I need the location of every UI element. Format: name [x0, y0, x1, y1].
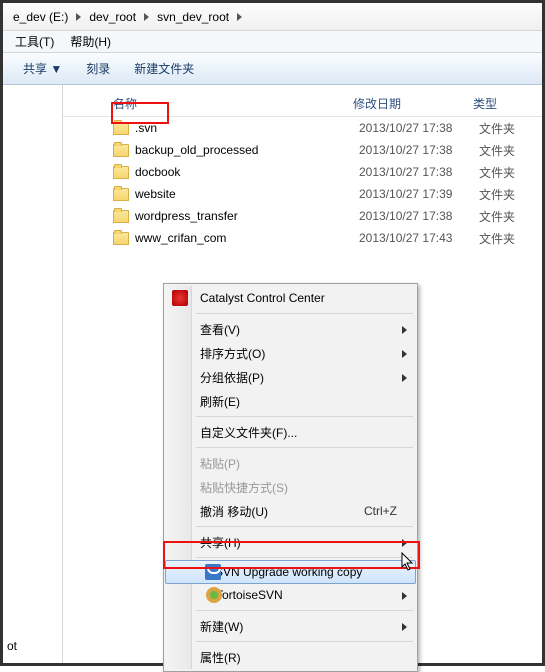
ctx-tortoisesvn[interactable]: TortoiseSVN [166, 583, 415, 607]
toolbar: 共享 ▼ 刻录 新建文件夹 [3, 53, 542, 85]
ctx-undo[interactable]: 撤消 移动(U)Ctrl+Z [166, 499, 415, 523]
file-name: .svn [135, 121, 359, 135]
table-row[interactable]: website2013/10/27 17:39文件夹 [63, 183, 542, 205]
file-name: website [135, 187, 359, 201]
folder-icon [113, 210, 129, 223]
menu-help[interactable]: 帮助(H) [62, 33, 119, 50]
file-date: 2013/10/27 17:38 [359, 143, 479, 157]
column-headers: 名称 修改日期 类型 [63, 91, 542, 117]
chevron-right-icon [402, 374, 407, 382]
ctx-share[interactable]: 共享(H) [166, 530, 415, 554]
file-type: 文件夹 [479, 208, 515, 225]
file-date: 2013/10/27 17:43 [359, 231, 479, 245]
ctx-refresh[interactable]: 刷新(E) [166, 389, 415, 413]
file-type: 文件夹 [479, 186, 515, 203]
chevron-right-icon [144, 13, 149, 21]
folder-icon [113, 166, 129, 179]
new-folder-button[interactable]: 新建文件夹 [124, 56, 204, 81]
table-row[interactable]: www_crifan_com2013/10/27 17:43文件夹 [63, 227, 542, 249]
menu-tools[interactable]: 工具(T) [7, 33, 62, 50]
ctx-new[interactable]: 新建(W) [166, 614, 415, 638]
table-row[interactable]: backup_old_processed2013/10/27 17:38文件夹 [63, 139, 542, 161]
ctx-properties[interactable]: 属性(R) [166, 645, 415, 669]
file-date: 2013/10/27 17:38 [359, 209, 479, 223]
ctx-sort[interactable]: 排序方式(O) [166, 341, 415, 365]
ctx-customize[interactable]: 自定义文件夹(F)... [166, 420, 415, 444]
file-date: 2013/10/27 17:38 [359, 165, 479, 179]
sidebar: ot [3, 85, 63, 663]
separator [196, 313, 413, 314]
chevron-right-icon [76, 13, 81, 21]
share-button[interactable]: 共享 ▼ [13, 56, 72, 81]
file-name: www_crifan_com [135, 231, 359, 245]
table-row[interactable]: .svn2013/10/27 17:38文件夹 [63, 117, 542, 139]
separator [196, 447, 413, 448]
ctx-group[interactable]: 分组依据(P) [166, 365, 415, 389]
separator [196, 526, 413, 527]
chevron-right-icon [237, 13, 242, 21]
table-row[interactable]: wordpress_transfer2013/10/27 17:38文件夹 [63, 205, 542, 227]
chevron-right-icon [402, 539, 407, 547]
svn-icon [205, 564, 221, 580]
file-date: 2013/10/27 17:38 [359, 121, 479, 135]
separator [196, 641, 413, 642]
ctx-paste-shortcut: 粘贴快捷方式(S) [166, 475, 415, 499]
chevron-right-icon [402, 623, 407, 631]
file-date: 2013/10/27 17:39 [359, 187, 479, 201]
file-name: wordpress_transfer [135, 209, 359, 223]
folder-icon [113, 232, 129, 245]
breadcrumb-item[interactable]: e_dev (E:) [7, 4, 74, 30]
folder-icon [113, 122, 129, 135]
file-type: 文件夹 [479, 230, 515, 247]
file-name: backup_old_processed [135, 143, 359, 157]
column-date[interactable]: 修改日期 [353, 95, 473, 112]
folder-icon [113, 188, 129, 201]
chevron-right-icon [402, 350, 407, 358]
folder-icon [113, 144, 129, 157]
separator [196, 416, 413, 417]
menubar: 工具(T) 帮助(H) [3, 31, 542, 53]
file-type: 文件夹 [479, 164, 515, 181]
ctx-view[interactable]: 查看(V) [166, 317, 415, 341]
table-row[interactable]: docbook2013/10/27 17:38文件夹 [63, 161, 542, 183]
tortoisesvn-icon [206, 587, 222, 603]
column-type[interactable]: 类型 [473, 95, 542, 112]
ccc-icon [172, 290, 188, 306]
chevron-right-icon [402, 326, 407, 334]
breadcrumb-item[interactable]: svn_dev_root [151, 4, 235, 30]
separator [196, 610, 413, 611]
file-type: 文件夹 [479, 142, 515, 159]
file-type: 文件夹 [479, 120, 515, 137]
burn-button[interactable]: 刻录 [76, 56, 120, 81]
chevron-right-icon [402, 592, 407, 600]
sidebar-item-label[interactable]: ot [7, 639, 17, 653]
context-menu: Catalyst Control Center 查看(V) 排序方式(O) 分组… [163, 283, 418, 672]
breadcrumb-item[interactable]: dev_root [83, 4, 142, 30]
ctx-paste: 粘贴(P) [166, 451, 415, 475]
ctx-catalyst[interactable]: Catalyst Control Center [166, 286, 415, 310]
file-name: docbook [135, 165, 359, 179]
ctx-svn-upgrade[interactable]: SVN Upgrade working copy [165, 560, 416, 584]
breadcrumb[interactable]: e_dev (E:) dev_root svn_dev_root [3, 3, 542, 31]
column-name[interactable]: 名称 [63, 95, 353, 112]
separator [196, 557, 413, 558]
